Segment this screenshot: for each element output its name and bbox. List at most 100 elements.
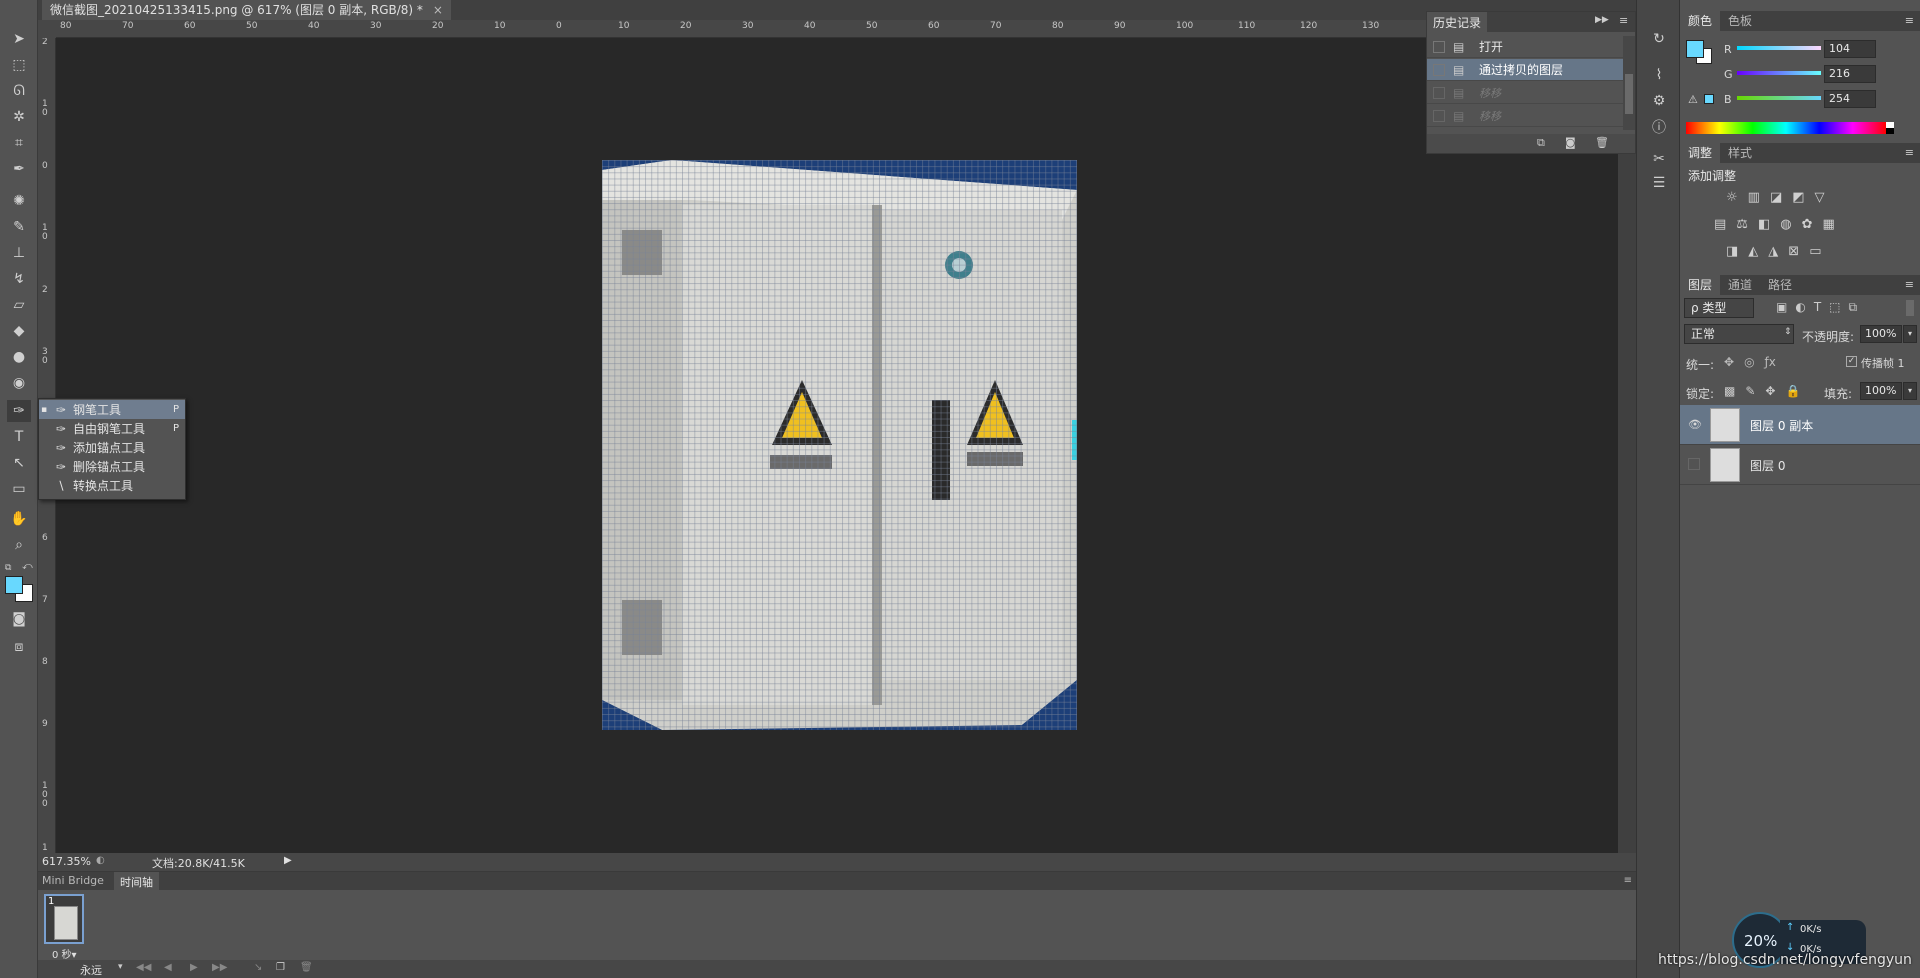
lock-image-icon[interactable]: ✎	[1745, 384, 1755, 398]
default-colors-icon[interactable]: ⧉	[5, 563, 11, 573]
channel-mixer-icon[interactable]: ✿	[1802, 217, 1813, 232]
color-balance-icon[interactable]: ⚖	[1736, 217, 1748, 232]
magic-wand-icon[interactable]: ✲	[7, 106, 31, 128]
tab-paths[interactable]: 路径	[1760, 275, 1800, 295]
fill-dropdown-icon[interactable]: ▾	[1903, 382, 1917, 400]
history-brush-icon[interactable]: ↯	[7, 268, 31, 290]
clone-stamp-icon[interactable]: ⊥	[7, 242, 31, 264]
r-slider[interactable]	[1737, 46, 1821, 50]
close-icon[interactable]: ×	[433, 0, 443, 20]
flyout-item-convert-point-tool[interactable]: ∖ 转换点工具	[39, 476, 185, 495]
duplicate-frame-icon[interactable]: ❐	[276, 962, 285, 973]
marquee-tool-icon[interactable]: ⬚	[7, 54, 31, 76]
invert-icon[interactable]: ◨	[1726, 244, 1738, 259]
tab-mini-bridge[interactable]: Mini Bridge	[42, 874, 104, 887]
levels-icon[interactable]: ▥	[1748, 190, 1760, 205]
dodge-tool-icon[interactable]: ◉	[7, 372, 31, 394]
b-slider[interactable]	[1737, 96, 1821, 100]
flyout-item-delete-anchor-tool[interactable]: ✑ 删除锚点工具	[39, 457, 185, 476]
black-white-icon[interactable]: ◧	[1758, 217, 1770, 232]
g-slider[interactable]	[1737, 71, 1821, 75]
color-spectrum-ramp[interactable]	[1686, 122, 1886, 134]
photo-filter-icon[interactable]: ◍	[1780, 217, 1791, 232]
frame-delay[interactable]: 0 秒▾	[52, 946, 77, 961]
visibility-toggle[interactable]	[1688, 458, 1700, 470]
lock-position-icon[interactable]: ✥	[1765, 384, 1775, 398]
foreground-color-swatch[interactable]	[5, 576, 23, 594]
type-tool-icon[interactable]: T	[7, 426, 31, 448]
tween-icon[interactable]: ↘	[254, 962, 262, 973]
exposure-icon[interactable]: ◩	[1792, 190, 1804, 205]
healing-brush-icon[interactable]: ✺	[7, 190, 31, 212]
zoom-tool-icon[interactable]: ⌕	[7, 534, 31, 556]
lasso-tool-icon[interactable]: ᘏ	[7, 80, 31, 102]
adjustment-filter-icon[interactable]: ◐	[1795, 300, 1805, 315]
loop-dropdown-icon[interactable]: ▾	[118, 962, 123, 972]
flyout-item-pen-tool[interactable]: ▪ ✑ 钢笔工具 P	[39, 400, 185, 419]
paint-bucket-icon[interactable]: ◆	[7, 320, 31, 342]
r-value-input[interactable]: 104	[1824, 40, 1876, 58]
tab-adjustments[interactable]: 调整	[1680, 143, 1721, 163]
vibrance-icon[interactable]: ▽	[1815, 190, 1825, 205]
quick-mask-icon[interactable]: ◙	[7, 608, 31, 630]
visibility-eye-icon[interactable]: 👁	[1688, 418, 1702, 431]
filter-toggle[interactable]	[1906, 300, 1914, 316]
lock-transparent-icon[interactable]: ▩	[1724, 384, 1735, 398]
collapse-panel-icon[interactable]: ▶▶	[1595, 15, 1609, 25]
tab-styles[interactable]: 样式	[1720, 143, 1760, 163]
tab-layers[interactable]: 图层	[1680, 275, 1721, 295]
play-icon[interactable]: ▶	[190, 962, 198, 973]
layer-row[interactable]: 图层 0	[1680, 445, 1920, 485]
rectangle-tool-icon[interactable]: ▭	[7, 478, 31, 500]
layer-name[interactable]: 图层 0 副本	[1750, 417, 1813, 434]
properties-icon[interactable]: ☰	[1647, 172, 1671, 194]
smart-object-filter-icon[interactable]: ⧉	[1849, 300, 1858, 315]
panel-menu-icon[interactable]: ≡	[1905, 278, 1914, 291]
snapshot-checkbox[interactable]	[1433, 63, 1445, 76]
channels-icon[interactable]: ⚙	[1647, 90, 1671, 112]
history-scrollbar[interactable]	[1623, 36, 1635, 130]
status-options-icon[interactable]: ◐	[96, 855, 105, 866]
tab-swatches[interactable]: 色板	[1720, 11, 1760, 31]
panel-menu-icon[interactable]: ≡	[1624, 875, 1632, 886]
unify-style-icon[interactable]: ƒx	[1765, 355, 1776, 369]
trash-icon[interactable]: 🗑	[1595, 136, 1609, 149]
history-panel-icon[interactable]: ↻	[1647, 28, 1671, 50]
fill-input[interactable]: 100%	[1860, 382, 1902, 400]
horizontal-ruler[interactable]: 80 70 60 50 40 30 20 10 0 10 20 30 40 50 60 70 80 90 100 11…	[56, 20, 1618, 38]
screen-mode-icon[interactable]: ⧈	[7, 636, 31, 658]
pixel-filter-icon[interactable]: ▣	[1776, 300, 1787, 315]
previous-frame-icon[interactable]: ◀	[164, 962, 172, 973]
shape-filter-icon[interactable]: ⬚	[1829, 300, 1840, 315]
timeline-frame[interactable]: 1	[44, 894, 84, 944]
gamut-swatch[interactable]	[1704, 94, 1714, 104]
selective-color-icon[interactable]: ⊠	[1788, 244, 1799, 259]
threshold-icon[interactable]: ◮	[1768, 244, 1778, 259]
unify-visibility-icon[interactable]: ◎	[1744, 355, 1754, 369]
pen-tool-icon[interactable]: ✑	[7, 400, 31, 422]
history-item-move[interactable]: ▤ 移移	[1427, 105, 1623, 127]
black-white-ramp[interactable]	[1886, 122, 1894, 134]
blur-tool-icon[interactable]: ●	[7, 346, 31, 368]
snapshot-checkbox[interactable]	[1433, 86, 1445, 99]
b-value-input[interactable]: 254	[1824, 90, 1876, 108]
gradient-map-icon[interactable]: ▭	[1809, 244, 1821, 259]
opacity-dropdown-icon[interactable]: ▾	[1903, 325, 1917, 343]
loop-select[interactable]: 永远	[80, 962, 102, 978]
history-tab[interactable]: 历史记录	[1427, 12, 1488, 32]
document-tab[interactable]: 微信截图_20210425133415.png @ 617% (图层 0 副本,…	[42, 0, 451, 20]
opacity-input[interactable]: 100%	[1860, 325, 1902, 343]
swap-colors-icon[interactable]: ⤺	[22, 561, 33, 572]
history-item-open[interactable]: ▤ 打开	[1427, 36, 1623, 58]
zoom-level[interactable]: 617.35%	[42, 855, 91, 868]
history-item-layer-via-copy[interactable]: ▤ 通过拷贝的图层	[1427, 59, 1623, 81]
snapshot-checkbox[interactable]	[1433, 40, 1445, 53]
path-selection-icon[interactable]: ↖	[7, 452, 31, 474]
tab-color[interactable]: 颜色	[1680, 11, 1721, 31]
ruler-corner[interactable]	[38, 20, 56, 38]
panel-menu-icon[interactable]: ≡	[1905, 14, 1914, 27]
tool-presets-icon[interactable]: ✂	[1647, 148, 1671, 170]
delete-frame-icon[interactable]: 🗑	[300, 962, 313, 973]
foreground-swatch[interactable]	[1686, 40, 1704, 58]
panel-menu-icon[interactable]: ≡	[1905, 146, 1914, 159]
